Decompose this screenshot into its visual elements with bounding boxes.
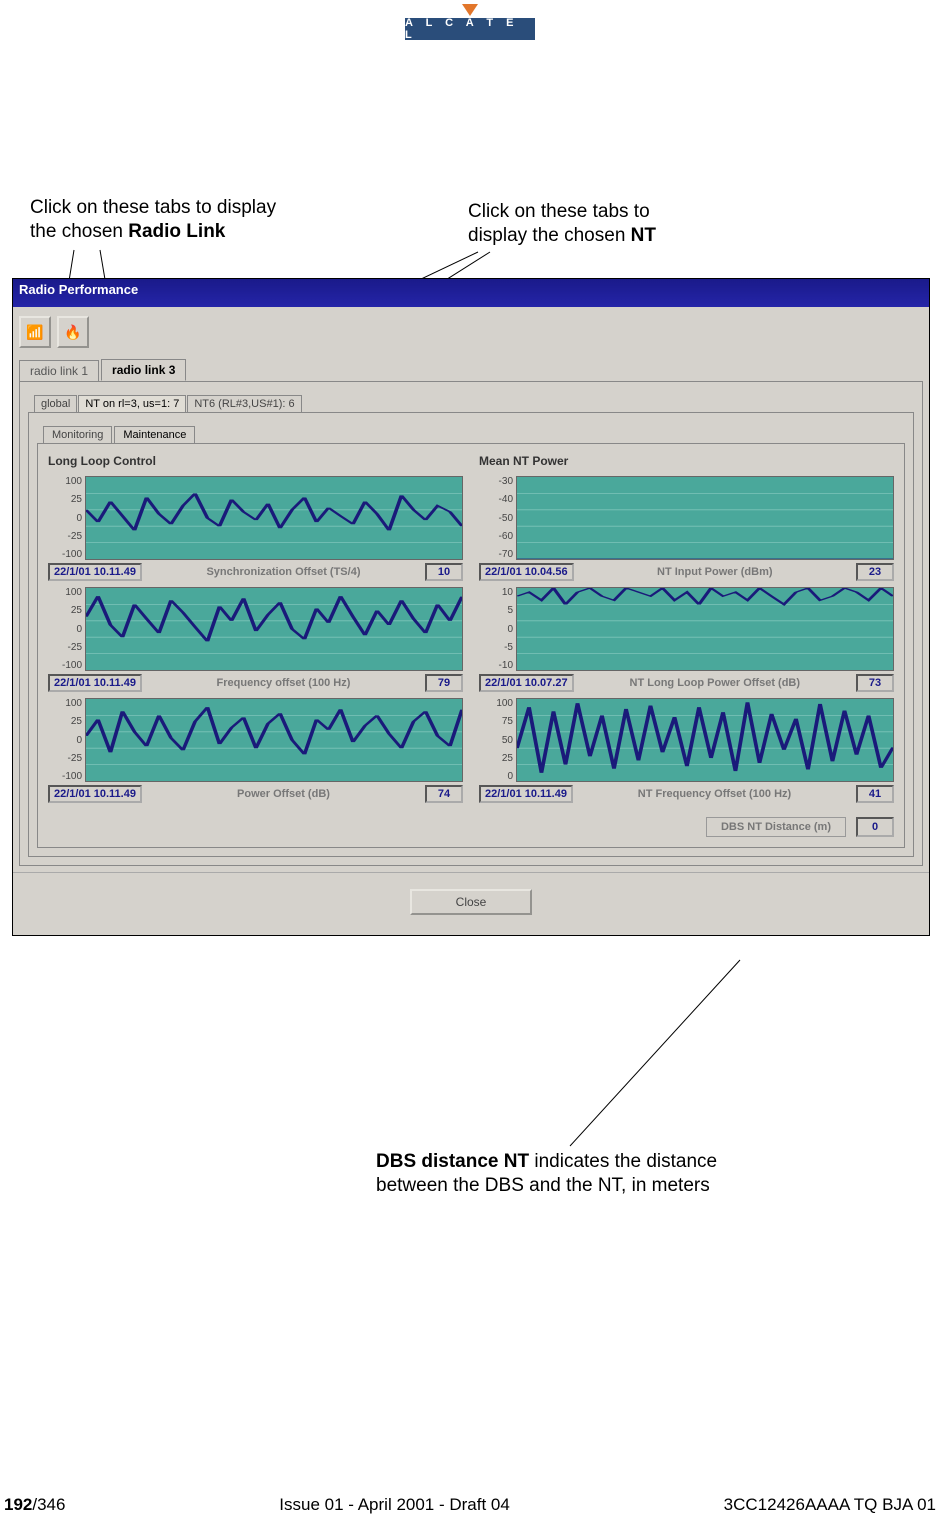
- chart-nt-frequency-offset-100-hz-: 100755025022/1/01 10.11.49NT Frequency O…: [479, 698, 894, 803]
- brand-logo: A L C A T E L: [405, 4, 535, 52]
- fire-icon: 🔥: [64, 324, 81, 341]
- annotation-distance: DBS distance NT indicates the distance b…: [376, 1150, 796, 1198]
- chart-value: 41: [856, 785, 894, 803]
- chart-value: 74: [425, 785, 463, 803]
- chart-timestamp: 22/1/01 10.07.27: [479, 674, 574, 692]
- dbs-distance-label: DBS NT Distance (m): [706, 817, 846, 837]
- page-current: 192: [4, 1495, 32, 1514]
- mtab-maintenance[interactable]: Maintenance: [114, 426, 195, 443]
- toolbar-button-1[interactable]: 📶: [19, 316, 51, 348]
- chart-timestamp: 22/1/01 10.11.49: [48, 563, 142, 581]
- chart-label: Synchronization Offset (TS/4): [148, 566, 419, 578]
- page-footer: 192/346 Issue 01 - April 2001 - Draft 04…: [0, 1495, 940, 1515]
- chart-label: Power Offset (dB): [148, 788, 419, 800]
- mtab-monitoring[interactable]: Monitoring: [43, 426, 112, 443]
- toolbar: 📶 🔥: [13, 307, 929, 357]
- radio-link-tabs: radio link 1radio link 3: [13, 357, 929, 381]
- chart-label: NT Input Power (dBm): [580, 566, 850, 578]
- chart-value: 79: [425, 674, 463, 692]
- annotation-nt: Click on these tabs to display the chose…: [468, 200, 708, 248]
- tab-radio-link-1[interactable]: radio link 1: [19, 360, 99, 381]
- group-title-right: Mean NT Power: [479, 454, 894, 468]
- chart-value: 10: [425, 563, 463, 581]
- annotation-radiolink: Click on these tabs to display the chose…: [30, 196, 310, 244]
- chart-power-offset-db-: 100250-25-10022/1/01 10.11.49Power Offse…: [48, 698, 463, 803]
- mean-nt-power-group: Mean NT Power -30-40-50-60-7022/1/01 10.…: [479, 454, 894, 803]
- chart-value: 73: [856, 674, 894, 692]
- chart-nt-input-power-dbm-: -30-40-50-60-7022/1/01 10.04.56NT Input …: [479, 476, 894, 581]
- chart-timestamp: 22/1/01 10.04.56: [479, 563, 574, 581]
- chart-timestamp: 22/1/01 10.11.49: [479, 785, 573, 803]
- dbs-distance-value: 0: [856, 817, 894, 837]
- nt-tabs: globalNT on rl=3, us=1: 7NT6 (RL#3,US#1)…: [28, 390, 914, 412]
- chart-frequency-offset-100-hz-: 100250-25-10022/1/01 10.11.49Frequency o…: [48, 587, 463, 692]
- window-title: Radio Performance: [13, 279, 929, 307]
- long-loop-control-group: Long Loop Control 100250-25-10022/1/01 1…: [48, 454, 463, 803]
- chart-timestamp: 22/1/01 10.11.49: [48, 674, 142, 692]
- radio-performance-window: Radio Performance 📶 🔥 radio link 1radio …: [12, 278, 930, 936]
- subtab-nt-on-rl-3-us-1-7[interactable]: NT on rl=3, us=1: 7: [78, 395, 186, 412]
- chart-icon: 📶: [26, 324, 43, 341]
- brand-triangle-icon: [462, 4, 478, 16]
- view-tabs: MonitoringMaintenance: [37, 421, 905, 443]
- chart-nt-long-loop-power-offset-db-: 1050-5-1022/1/01 10.07.27NT Long Loop Po…: [479, 587, 894, 692]
- close-button[interactable]: Close: [410, 889, 533, 915]
- chart-label: Frequency offset (100 Hz): [148, 677, 419, 689]
- chart-label: NT Frequency Offset (100 Hz): [579, 788, 850, 800]
- group-title-left: Long Loop Control: [48, 454, 463, 468]
- subtab-global[interactable]: global: [34, 395, 77, 412]
- toolbar-button-2[interactable]: 🔥: [57, 316, 89, 348]
- chart-timestamp: 22/1/01 10.11.49: [48, 785, 142, 803]
- subtab-nt6-rl-3-us-1-6[interactable]: NT6 (RL#3,US#1): 6: [187, 395, 301, 412]
- footer-issue: Issue 01 - April 2001 - Draft 04: [279, 1495, 510, 1515]
- footer-doc: 3CC12426AAAA TQ BJA 01: [724, 1495, 936, 1515]
- chart-label: NT Long Loop Power Offset (dB): [580, 677, 850, 689]
- chart-synchronization-offset-ts-4-: 100250-25-10022/1/01 10.11.49Synchroniza…: [48, 476, 463, 581]
- chart-value: 23: [856, 563, 894, 581]
- tab-radio-link-3[interactable]: radio link 3: [101, 359, 186, 381]
- brand-name: A L C A T E L: [405, 18, 535, 40]
- page-total: /346: [32, 1495, 65, 1514]
